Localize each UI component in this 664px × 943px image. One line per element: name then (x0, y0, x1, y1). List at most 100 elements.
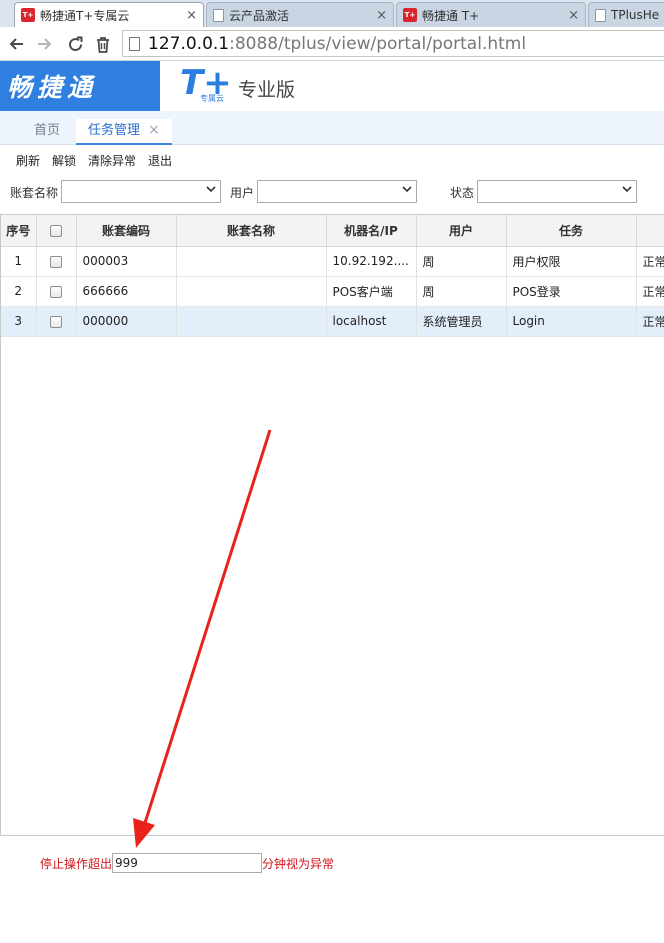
chevron-down-icon (206, 184, 216, 197)
column-header-no[interactable]: 序号 (1, 215, 37, 247)
cell-status: 正常 (636, 246, 664, 277)
t-plus-favicon-icon: T+ (21, 8, 35, 22)
cell-account-code: 000003 (76, 246, 177, 277)
tab-home-label: 首页 (34, 123, 61, 138)
filter-bar: 账套名称 用户 状态 (0, 175, 664, 210)
cell-account-name (176, 306, 327, 337)
cell-machine: localhost (326, 306, 417, 337)
status-label: 状态 (450, 186, 475, 200)
page-info-icon (129, 36, 140, 51)
browser-tab-tplushelp[interactable]: TPlusHe (588, 2, 664, 27)
user-label: 用户 (230, 186, 255, 200)
reload-button[interactable] (64, 33, 86, 55)
cell-select[interactable] (36, 246, 77, 277)
column-header-user[interactable]: 用户 (416, 215, 507, 247)
cell-task: Login (506, 306, 637, 337)
clear-data-button[interactable] (92, 33, 114, 55)
task-grid: 序号 账套编码 账套名称 机器名/IP 用户 任务 1 000003 10.92… (0, 214, 664, 836)
table-row[interactable]: 1 000003 10.92.192.... 周 用户权限 正常 (1, 246, 664, 277)
action-toolbar: 刷新 解锁 清除异常 退出 (0, 146, 664, 174)
cell-select[interactable] (36, 276, 77, 307)
trash-icon (97, 36, 109, 53)
user-select[interactable] (257, 180, 417, 203)
timeout-suffix-label: 分钟视为异常 (262, 856, 335, 871)
cell-account-code: 666666 (76, 276, 177, 307)
account-name-select[interactable] (61, 180, 221, 203)
unlock-button[interactable]: 解锁 (52, 152, 76, 169)
close-tab-icon[interactable]: × (376, 8, 387, 23)
t-plus-favicon-icon: T+ (403, 8, 417, 22)
close-tab-icon[interactable]: × (186, 8, 197, 23)
cell-no: 3 (1, 306, 37, 337)
cell-machine: 10.92.192.... (326, 246, 417, 277)
close-tab-icon[interactable]: × (148, 122, 160, 138)
brand-logo-text: 畅捷通 (7, 73, 98, 102)
tab-task-management-label: 任务管理 (88, 123, 141, 138)
cell-user: 周 (416, 276, 507, 307)
cell-account-code: 000000 (76, 306, 177, 337)
back-button[interactable] (5, 33, 27, 55)
column-header-status[interactable] (636, 215, 664, 247)
chevron-down-icon (402, 184, 412, 197)
cell-select[interactable] (36, 306, 77, 337)
row-checkbox[interactable] (50, 255, 62, 268)
cell-account-name (176, 276, 327, 307)
browser-tab-strip: T+ 畅捷通T+专属云 × 云产品激活 × T+ 畅捷通 T+ × TPlusH… (0, 0, 664, 27)
t-plus-logo: T+ 专属云 (180, 63, 232, 105)
arrow-right-icon (38, 38, 52, 50)
tab-home[interactable]: 首页 (28, 119, 66, 145)
column-header-task[interactable]: 任务 (506, 215, 637, 247)
column-header-account-name[interactable]: 账套名称 (176, 215, 327, 247)
page-favicon-icon (213, 8, 224, 22)
column-header-machine[interactable]: 机器名/IP (326, 215, 417, 247)
browser-tab-t-plus-cloud[interactable]: T+ 畅捷通T+专属云 × (14, 2, 204, 27)
timeout-minutes-input[interactable] (112, 853, 263, 873)
timeout-setting: 停止操作超出 分钟视为异常 (40, 853, 334, 873)
column-header-select[interactable] (36, 215, 77, 247)
logout-button[interactable]: 退出 (148, 152, 172, 169)
app-header: 畅捷通 T+ 专属云 专业版 (0, 61, 664, 111)
row-checkbox[interactable] (50, 315, 62, 328)
select-all-checkbox[interactable] (50, 224, 62, 237)
app-tab-bar: 首页 任务管理 × (0, 111, 664, 145)
chevron-down-icon (622, 184, 632, 197)
t-plus-logo-subtitle: 专属云 (200, 94, 224, 103)
status-select[interactable] (477, 180, 637, 203)
row-checkbox[interactable] (50, 285, 62, 298)
arrow-left-icon (9, 38, 23, 50)
table-row[interactable]: 2 666666 POS客户端 周 POS登录 正常 (1, 276, 664, 307)
clear-exceptions-button[interactable]: 清除异常 (88, 152, 136, 169)
brand-block: 畅捷通 (0, 61, 160, 111)
column-header-account-code[interactable]: 账套编码 (76, 215, 177, 247)
browser-tab-title: TPlusHe (611, 8, 660, 22)
browser-tab-title: 云产品激活 (229, 8, 290, 23)
url-host: 127.0.0.1 (148, 33, 230, 54)
cell-no: 1 (1, 246, 37, 277)
url-input[interactable]: 127.0.0.1:8088/tplus/view/portal/portal.… (122, 30, 664, 57)
table-row-selected[interactable]: 3 000000 localhost 系统管理员 Login 正常 (1, 306, 664, 337)
browser-tab-title: 畅捷通 T+ (422, 8, 480, 23)
forward-button[interactable] (34, 33, 56, 55)
url-path: :8088/tplus/view/portal/portal.html (229, 33, 527, 54)
cell-user: 周 (416, 246, 507, 277)
task-table: 序号 账套编码 账套名称 机器名/IP 用户 任务 1 000003 10.92… (1, 215, 664, 337)
refresh-button[interactable]: 刷新 (16, 152, 40, 169)
cell-user: 系统管理员 (416, 306, 507, 337)
cell-machine: POS客户端 (326, 276, 417, 307)
close-tab-icon[interactable]: × (568, 8, 579, 23)
cell-status: 正常 (636, 306, 664, 337)
cell-status: 正常 (636, 276, 664, 307)
cell-no: 2 (1, 276, 37, 307)
browser-tab-cloud-activation[interactable]: 云产品激活 × (206, 2, 394, 27)
cell-task: POS登录 (506, 276, 637, 307)
cell-account-name (176, 246, 327, 277)
browser-tab-title: 畅捷通T+专属云 (40, 8, 130, 23)
browser-toolbar: 127.0.0.1:8088/tplus/view/portal/portal.… (0, 27, 664, 61)
table-header-row: 序号 账套编码 账套名称 机器名/IP 用户 任务 (1, 215, 664, 247)
cell-task: 用户权限 (506, 246, 637, 277)
tab-task-management[interactable]: 任务管理 × (76, 119, 172, 145)
browser-tab-t-plus[interactable]: T+ 畅捷通 T+ × (396, 2, 586, 27)
account-name-label: 账套名称 (10, 186, 59, 200)
timeout-prefix-label: 停止操作超出 (40, 856, 113, 871)
page-favicon-icon (595, 8, 606, 22)
